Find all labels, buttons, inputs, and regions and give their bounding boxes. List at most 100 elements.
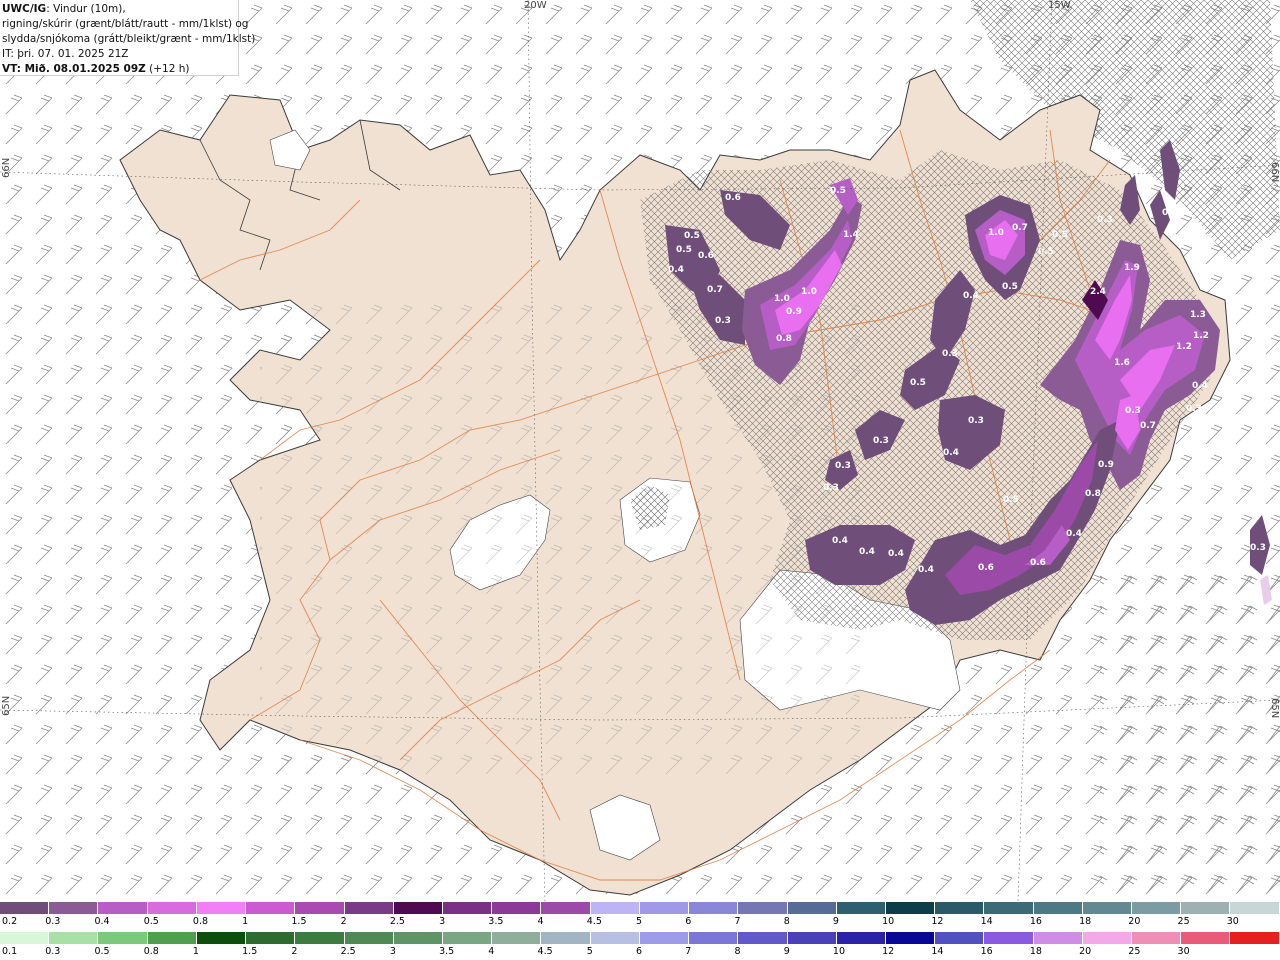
snow-scale-swatch <box>1181 902 1231 914</box>
rain-scale-tick-label: 4.5 <box>537 946 553 957</box>
snow-scale-tick-label: 0.2 <box>2 916 18 927</box>
rain-scale-swatch <box>442 932 493 944</box>
snow-scale-tick-label: 12 <box>931 916 944 927</box>
rain-scale-swatch <box>49 932 99 944</box>
rain-scale-swatch <box>590 932 640 944</box>
rain-scale-swatch <box>935 932 985 944</box>
title-line-3: slydda/snjókoma (grátt/bleikt/grænt - mm… <box>2 33 256 45</box>
snow-scale-swatch <box>984 902 1034 914</box>
snow-scale-swatch <box>295 902 345 914</box>
precip-label: 0.5 <box>684 231 700 241</box>
rain-scale-tick-label: 9 <box>783 946 790 957</box>
rain-scale-tick-label: 3 <box>389 946 396 957</box>
precip-label: 0.6 <box>1030 558 1046 568</box>
title-line-1: UWC/IG: Vindur (10m), <box>2 2 238 17</box>
rain-scale-tick-label: 5 <box>586 946 593 957</box>
rain-scale-tick-label: 10 <box>832 946 846 957</box>
rain-scale-swatch <box>541 932 591 944</box>
graticule-label-15w: 15W <box>1048 0 1071 11</box>
snow-scale-swatch <box>1082 902 1133 914</box>
rain-scale-tick-label: 0.1 <box>2 946 18 957</box>
snow-scale-swatch <box>393 902 443 914</box>
snow-scale-tick-label: 1 <box>242 916 249 927</box>
precip-label: 0.3 <box>715 316 731 326</box>
snow-scale-swatch <box>787 902 837 914</box>
precip-label: 0.8 <box>776 334 792 344</box>
precip-label: 1.6 <box>1114 358 1130 368</box>
rain-scale-tick-label: 8 <box>734 946 741 957</box>
color-legends: 0.2 0.3 0.4 0.5 0.8 1 1.5 2 2.5 3 3.5 4 4.5 5 6 7 8 9 10 12… <box>0 902 1280 960</box>
rain-scale-tick-label: 7 <box>685 946 692 957</box>
rain-scale-tick-label: 30 <box>1177 946 1190 957</box>
precip-label: 0.7 <box>1140 421 1156 431</box>
rain-scale-swatch <box>787 932 837 944</box>
weather-map: 0.5 0.6 0.5 0.4 0.6 0.7 0.3 1.0 1.0 0.9 … <box>0 0 1280 902</box>
precip-label: 0.7 <box>1012 223 1028 233</box>
rain-scale-swatch <box>1033 932 1083 944</box>
rain-scale-swatch <box>836 932 886 944</box>
rain-scale-swatch <box>1132 932 1182 944</box>
precip-label: 0.6 <box>698 251 714 261</box>
snow-scale-swatch <box>541 902 591 914</box>
rain-scale-tick-label: 18 <box>1029 946 1042 957</box>
rain-scale-tick-label: 4 <box>488 946 495 957</box>
rain-scale-tick-label: 0.5 <box>94 946 110 957</box>
rain-scale-swatch <box>689 932 739 944</box>
precip-label: 0.5 <box>676 245 692 255</box>
snow-scale-swatch <box>885 902 936 914</box>
rain-scale-tick-label: 0.8 <box>143 946 159 957</box>
rain-scale-swatch <box>1230 932 1280 944</box>
snow-scale-tick-label: 4.5 <box>586 916 602 927</box>
rain-scale-tick-label: 2 <box>291 946 298 957</box>
precip-label: 0.5 <box>1052 230 1068 240</box>
precip-label: 0.3 <box>835 461 851 471</box>
rain-scale-tick-label: 12 <box>882 946 895 957</box>
rain-scale-tick-label: 25 <box>1128 946 1141 957</box>
snow-scale-swatch <box>196 902 247 914</box>
snow-scale-tick-label: 3 <box>439 916 446 927</box>
precip-label: 0.4 <box>668 265 684 275</box>
precip-label: 0.4 <box>943 448 959 458</box>
rain-scale-ticks: 0.1 0.3 0.5 0.8 1 1.5 2 2.5 3 3.5 4 4.5 5 6 7 8 9 10 12 14 1… <box>0 946 1280 958</box>
valid-time-line: VT: Mið. 08.01.2025 09Z (+12 h) <box>2 62 238 77</box>
rain-scale-swatch <box>246 932 296 944</box>
title-variable: : Vindur (10m), <box>46 3 126 15</box>
precip-label: 0.9 <box>786 307 802 317</box>
snow-scale-tick-label: 14 <box>980 916 993 927</box>
graticule-label-65n-right: 65N <box>1269 698 1280 718</box>
snow-scale-swatch <box>1132 902 1182 914</box>
graticule-label-66n-left: 66N <box>1 158 12 178</box>
rain-scale-swatch <box>738 932 788 944</box>
sea-wind-barbs-east <box>1100 560 1280 902</box>
precip-label: 0.4 <box>1066 529 1082 539</box>
precip-label: 0.3 <box>942 349 958 359</box>
snow-scale-tick-label: 7 <box>734 916 741 927</box>
snow-scale-swatch <box>836 902 886 914</box>
graticule-label-65n-left: 65N <box>1 696 12 716</box>
snow-scale-swatch <box>738 902 788 914</box>
snow-scale-tick-label: 2 <box>340 916 347 927</box>
snow-scale-swatch <box>442 902 493 914</box>
title-line-2: rigning/skúrir (grænt/blátt/rautt - mm/1… <box>2 18 249 30</box>
precip-label: 0.4 <box>832 536 848 546</box>
graticule-label-66n-right: 66N <box>1269 162 1280 182</box>
snow-scale-swatch <box>147 902 197 914</box>
snow-scale-tick-label: 0.8 <box>192 916 209 927</box>
precip-label: 0.9 <box>1098 460 1114 470</box>
precip-label: 1.0 <box>774 294 790 304</box>
snow-scale-tick-label: 0.3 <box>45 916 61 927</box>
precip-label: 0.4 <box>888 549 904 559</box>
rain-color-scale <box>0 932 1280 944</box>
precip-label: 0.5 <box>910 378 926 388</box>
rain-scale-swatch <box>492 932 542 944</box>
map-title-box: UWC/IG: Vindur (10m), rigning/skúrir (gr… <box>0 0 256 77</box>
precip-label: 0.6 <box>725 193 741 203</box>
precip-label: 1.2 <box>1193 331 1209 341</box>
snow-scale-swatch <box>246 902 296 914</box>
snow-scale-swatch <box>0 902 50 914</box>
snow-scale-swatch <box>1230 902 1280 914</box>
precip-label: 0.5 <box>1038 247 1054 257</box>
snow-scale-swatch <box>689 902 739 914</box>
snow-scale-tick-label: 16 <box>1029 916 1042 927</box>
precip-label: 0.7 <box>707 285 723 295</box>
